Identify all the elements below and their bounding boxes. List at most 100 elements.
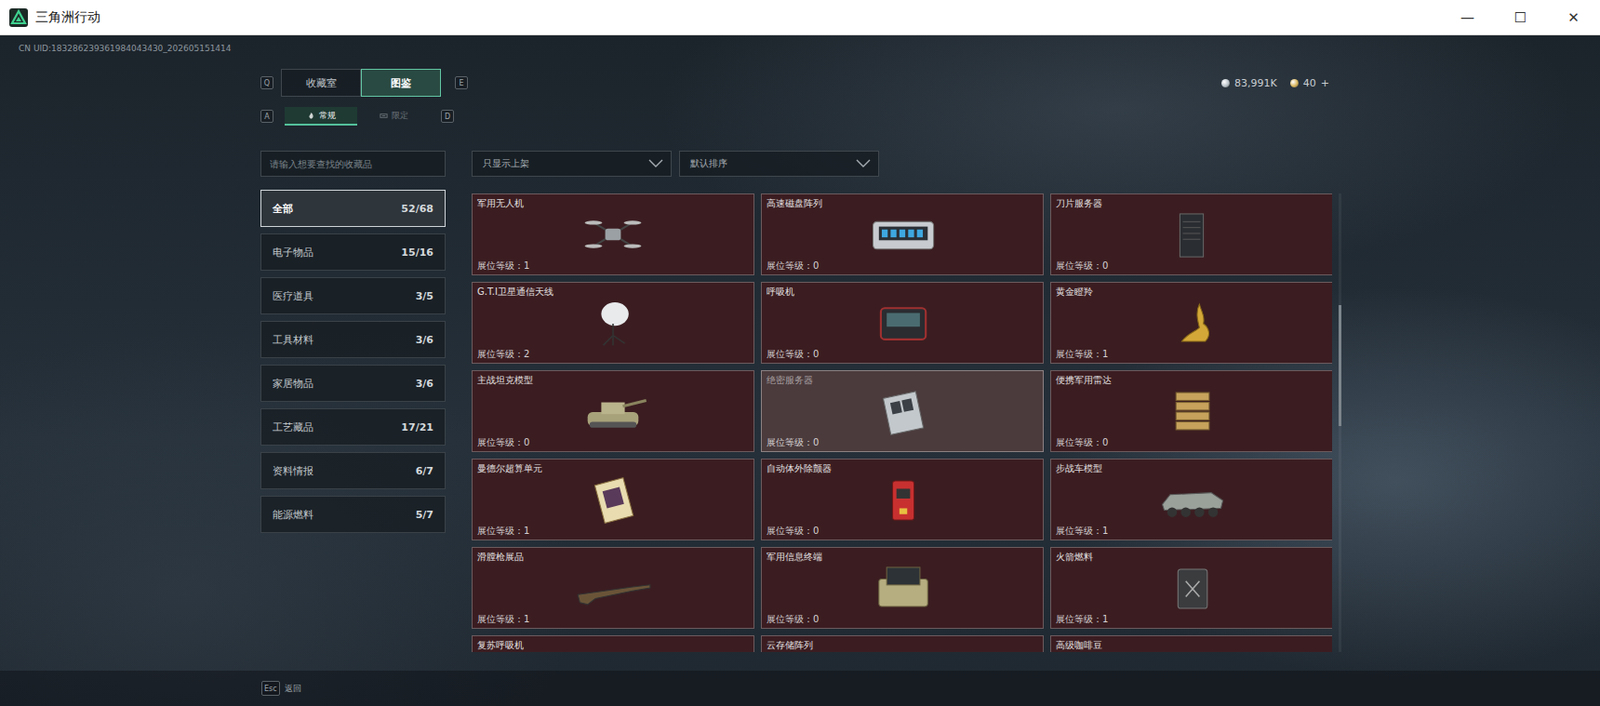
item-name: 火箭燃料 bbox=[1055, 550, 1328, 563]
search-field[interactable] bbox=[260, 150, 446, 177]
coin-icon bbox=[1221, 79, 1230, 88]
subtab[interactable]: 常规 bbox=[284, 106, 358, 126]
category-item[interactable]: 电子物品15/16 bbox=[260, 233, 446, 271]
item-name: G.T.I卫星通信天线 bbox=[477, 285, 749, 298]
close-button[interactable]: ✕ bbox=[1546, 0, 1600, 36]
filter-bar: 只显示上架 默认排序 bbox=[471, 150, 1346, 177]
booth-level: 展位等级：0 bbox=[477, 436, 749, 449]
category-name: 工具材料 bbox=[272, 333, 314, 347]
uid-label: CN UID:183286239361984043430_20260515141… bbox=[0, 40, 1600, 56]
item-name: 便携军用雷达 bbox=[1055, 373, 1328, 387]
title-bar: 三角洲行动—☐✕ bbox=[0, 0, 1600, 36]
item-card[interactable]: 自动体外除颤器展位等级：0 bbox=[760, 458, 1044, 541]
item-name: 军用无人机 bbox=[477, 197, 749, 210]
item-picture-icon bbox=[477, 209, 749, 260]
category-count: 52/68 bbox=[400, 202, 434, 215]
category-count: 3/5 bbox=[415, 290, 434, 303]
content: Q收藏室图鉴E83,991K40+A常规限定D只显示上架默认排序全部52/68电… bbox=[260, 55, 1346, 653]
category-item[interactable]: 医疗道具 3/5 bbox=[260, 277, 446, 315]
category-name: 全部 bbox=[272, 201, 294, 216]
window-title: 三角洲行动 bbox=[35, 9, 1441, 27]
scrollbar[interactable] bbox=[1338, 193, 1342, 653]
category-item[interactable]: 全部 52/68 bbox=[260, 189, 446, 227]
tab-group: Q收藏室图鉴E bbox=[260, 68, 468, 97]
booth-level: 展位等级：0 bbox=[1055, 436, 1328, 449]
dropdown[interactable]: 只显示上架 bbox=[471, 150, 672, 177]
key-hint: D bbox=[440, 109, 454, 123]
item-name: 呼吸机 bbox=[766, 285, 1039, 298]
maximize-button[interactable]: ☐ bbox=[1493, 0, 1547, 36]
category-count: 3/6 bbox=[415, 333, 434, 347]
subtab-label: 常规 bbox=[319, 109, 336, 122]
item-card[interactable]: 步战车模型展位等级：1 bbox=[1050, 458, 1333, 541]
category-item[interactable]: 工具材料 3/6 bbox=[260, 320, 446, 359]
category-item[interactable]: 能源燃料5/7 bbox=[260, 495, 446, 534]
booth-level: 展位等级：0 bbox=[766, 524, 1039, 537]
subtab-bar: A常规限定D bbox=[260, 106, 1346, 127]
game-screen: CN UID:183286239361984043430_20260515141… bbox=[0, 35, 1600, 706]
item-picture-icon bbox=[1055, 386, 1328, 437]
item-picture-icon bbox=[477, 562, 749, 614]
item-card[interactable]: 高速磁盘阵列展位等级：0 bbox=[760, 193, 1044, 276]
category-item[interactable]: 工艺藏品17/21 bbox=[260, 408, 446, 446]
item-name: 刀片服务器 bbox=[1055, 197, 1328, 210]
category-item[interactable]: 家居物品 3/6 bbox=[260, 364, 446, 402]
item-card[interactable]: G.T.I卫星通信天线展位等级：2 bbox=[471, 281, 755, 364]
item-name: 云存储阵列 bbox=[766, 639, 1039, 652]
booth-level: 展位等级：1 bbox=[1055, 347, 1328, 360]
category-name: 家居物品 bbox=[272, 376, 314, 391]
booth-level: 展位等级：1 bbox=[477, 524, 749, 537]
item-picture-icon bbox=[477, 651, 749, 653]
category-name: 医疗道具 bbox=[272, 289, 314, 304]
item-card[interactable]: 曼德尔超算单元展位等级：1 bbox=[471, 458, 755, 541]
item-name: 曼德尔超算单元 bbox=[477, 462, 749, 475]
add-currency-button[interactable]: + bbox=[1320, 77, 1330, 90]
chevron-down-icon bbox=[648, 159, 664, 169]
item-card[interactable]: 刀片服务器展位等级：0 bbox=[1050, 193, 1333, 276]
back-button[interactable]: 返回 bbox=[284, 682, 302, 695]
dropdown[interactable]: 默认排序 bbox=[679, 150, 880, 177]
item-name: 步战车模型 bbox=[1055, 462, 1328, 475]
subtab[interactable]: 限定 bbox=[357, 106, 430, 126]
item-picture-icon bbox=[766, 297, 1039, 348]
tab[interactable]: 收藏室 bbox=[280, 68, 361, 97]
item-card[interactable]: 便携军用雷达展位等级：0 bbox=[1050, 370, 1333, 453]
item-card[interactable]: 呼吸机展位等级：0 bbox=[760, 281, 1044, 364]
item-card[interactable]: 军用无人机展位等级：1 bbox=[471, 193, 755, 276]
back-key-hint[interactable]: Esc bbox=[261, 680, 280, 696]
booth-level: 展位等级：2 bbox=[477, 347, 749, 360]
item-card[interactable]: 绝密服务器展位等级：0 bbox=[760, 370, 1044, 453]
item-name: 军用信息终端 bbox=[766, 550, 1039, 563]
item-card[interactable]: 复苏呼吸机 bbox=[471, 635, 755, 653]
item-area: 军用无人机展位等级：1高速磁盘阵列展位等级：0刀片服务器展位等级：0G.T.I卫… bbox=[471, 189, 1346, 653]
category-name: 电子物品 bbox=[272, 245, 314, 260]
currency-amount: 83,991K bbox=[1234, 77, 1278, 90]
item-picture-icon bbox=[1055, 297, 1328, 348]
category-count: 5/7 bbox=[415, 508, 434, 521]
item-name: 自动体外除颤器 bbox=[766, 462, 1039, 475]
item-name: 复苏呼吸机 bbox=[477, 639, 749, 652]
category-list: 全部 52/68 电子物品15/16 医疗道具 3/5 工具材料 3/6 家居物品 3/6 工艺藏… bbox=[260, 189, 446, 653]
scroll-thumb[interactable] bbox=[1338, 305, 1342, 427]
booth-level: 展位等级：0 bbox=[766, 259, 1039, 272]
item-card[interactable]: 滑膛枪展品展位等级：1 bbox=[471, 546, 755, 629]
booth-level: 展位等级：1 bbox=[477, 613, 749, 626]
item-card[interactable]: 高级咖啡豆 bbox=[1050, 635, 1333, 653]
currency: 83,991K bbox=[1221, 77, 1278, 90]
subtab-label: 限定 bbox=[391, 109, 409, 122]
item-card[interactable]: 军用信息终端展位等级：0 bbox=[760, 546, 1044, 629]
booth-level: 展位等级：1 bbox=[1055, 613, 1328, 626]
item-name: 绝密服务器 bbox=[766, 373, 1039, 387]
collection-panel: CN UID:183286239361984043430_20260515141… bbox=[0, 35, 1600, 671]
category-count: 3/6 bbox=[415, 377, 434, 390]
category-item[interactable]: 资料情报6/7 bbox=[260, 452, 446, 490]
item-card[interactable]: 火箭燃料展位等级：1 bbox=[1050, 546, 1333, 629]
item-picture-icon bbox=[766, 386, 1039, 437]
dropdown-label: 默认排序 bbox=[690, 157, 728, 171]
tab[interactable]: 图鉴 bbox=[360, 68, 441, 97]
minimize-button[interactable]: — bbox=[1440, 0, 1494, 36]
item-card[interactable]: 云存储阵列 bbox=[760, 635, 1044, 653]
booth-level: 展位等级：0 bbox=[766, 436, 1039, 449]
item-card[interactable]: 黄金瞪羚展位等级：1 bbox=[1050, 281, 1333, 364]
item-card[interactable]: 主战坦克模型展位等级：0 bbox=[471, 370, 755, 453]
